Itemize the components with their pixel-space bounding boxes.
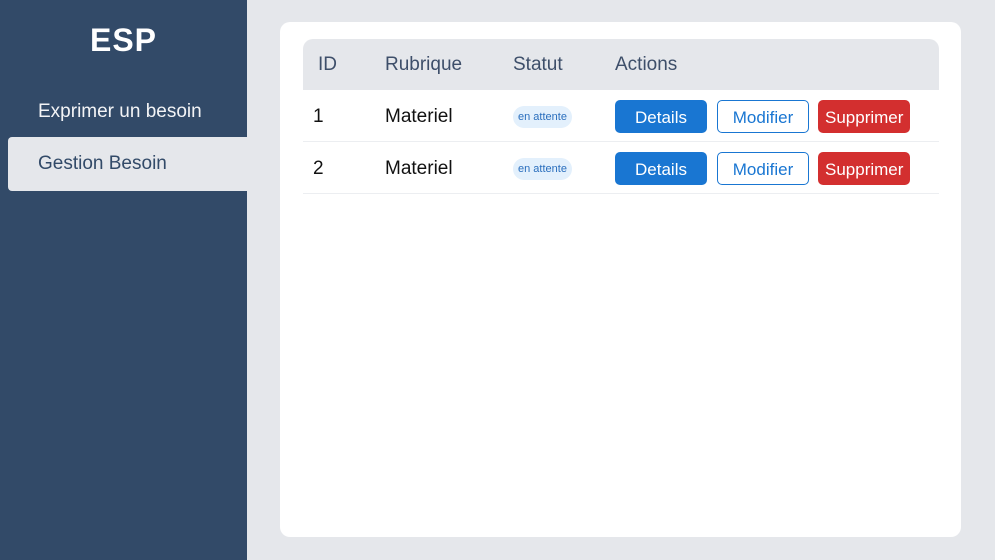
besoins-table: ID Rubrique Statut Actions 1 Materiel en…: [303, 39, 939, 194]
header-rubrique: Rubrique: [385, 54, 463, 75]
sidebar-item-label: Exprimer un besoin: [38, 101, 202, 122]
supprimer-button[interactable]: Supprimer: [818, 100, 910, 133]
cell-rubrique: Materiel: [385, 106, 453, 127]
modifier-button[interactable]: Modifier: [717, 152, 809, 185]
cell-id: 1: [313, 106, 324, 127]
sidebar: ESP Exprimer un besoin Gestion Besoin: [0, 0, 247, 560]
modifier-button[interactable]: Modifier: [717, 100, 809, 133]
brand-logo: ESP: [89, 22, 158, 58]
details-button[interactable]: Details: [615, 152, 707, 185]
sidebar-item-gestion-besoin[interactable]: Gestion Besoin: [8, 137, 247, 191]
sidebar-item-label: Gestion Besoin: [38, 153, 167, 174]
supprimer-button[interactable]: Supprimer: [818, 152, 910, 185]
cell-id: 2: [313, 158, 324, 179]
table-header: ID Rubrique Statut Actions: [303, 39, 939, 90]
app-root: ESP Exprimer un besoin Gestion Besoin ID…: [0, 0, 995, 560]
cell-rubrique: Materiel: [385, 158, 453, 179]
sidebar-item-exprimer-besoin[interactable]: Exprimer un besoin: [8, 85, 247, 139]
status-badge: en attente: [513, 158, 572, 180]
table-row: 2 Materiel en attente Details Modifier S…: [303, 142, 939, 194]
header-statut: Statut: [513, 54, 563, 75]
header-id: ID: [318, 54, 337, 75]
status-badge: en attente: [513, 106, 572, 128]
details-button[interactable]: Details: [615, 100, 707, 133]
table-row: 1 Materiel en attente Details Modifier S…: [303, 90, 939, 142]
content-card: ID Rubrique Statut Actions 1 Materiel en…: [280, 22, 961, 537]
header-actions: Actions: [615, 54, 678, 75]
